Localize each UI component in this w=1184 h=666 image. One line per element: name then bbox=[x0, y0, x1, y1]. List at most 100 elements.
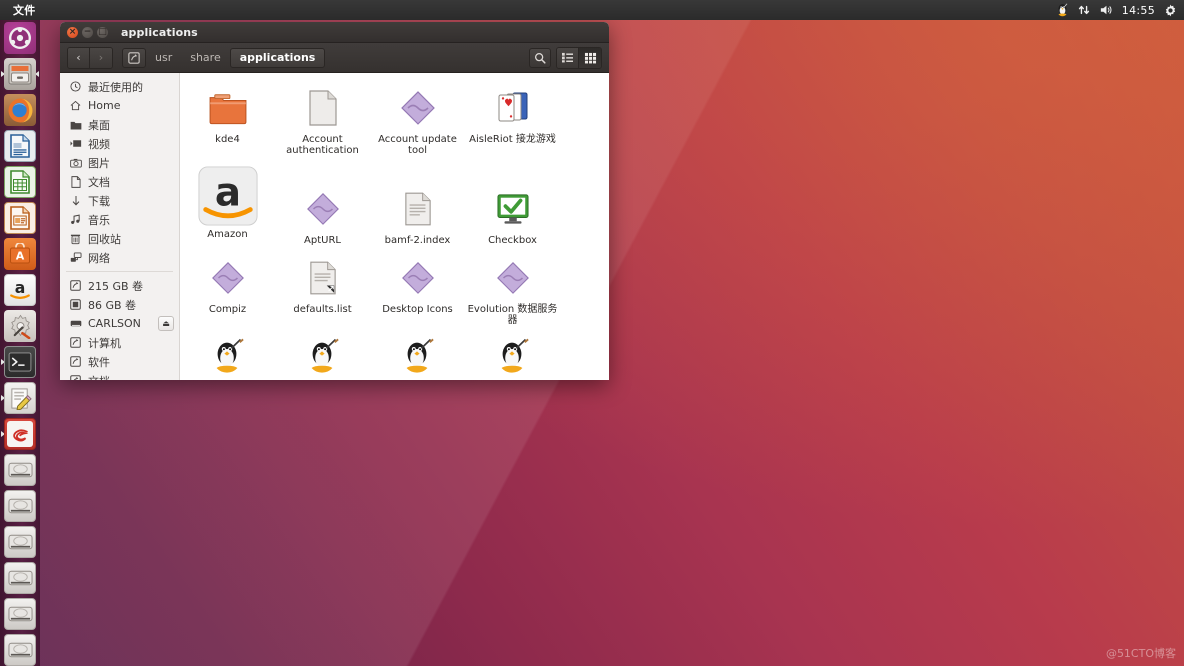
playing-cards-icon: ♦ ♦ bbox=[490, 85, 536, 131]
breadcrumb-device-button[interactable] bbox=[122, 47, 146, 68]
launcher-item-drive-6[interactable] bbox=[0, 632, 40, 666]
sidebar-label: 音乐 bbox=[88, 213, 110, 227]
nav-button-group: ‹ › bbox=[67, 46, 113, 69]
window-minimize-button[interactable]: − bbox=[82, 26, 93, 38]
text-document-icon bbox=[395, 186, 441, 232]
maximize-icon: □ bbox=[98, 26, 107, 37]
launcher-item-evernote[interactable] bbox=[0, 416, 40, 452]
panel-app-menu[interactable]: 文件 bbox=[7, 2, 41, 18]
breadcrumb: usr share applications bbox=[122, 47, 326, 68]
file-item-desktop-icons[interactable]: Desktop Icons bbox=[370, 251, 465, 326]
checkbox-monitor-icon bbox=[490, 186, 536, 232]
view-list-button[interactable] bbox=[557, 47, 579, 68]
network-icon bbox=[69, 252, 82, 263]
back-button[interactable]: ‹ bbox=[68, 47, 90, 68]
window-maximize-button[interactable]: □ bbox=[97, 26, 108, 38]
sidebar-item-desktop[interactable]: 桌面 bbox=[60, 115, 179, 134]
file-item-checkbox[interactable]: Checkbox bbox=[465, 160, 560, 246]
file-item-evolution-data-server[interactable]: Evolution 数据服务器 bbox=[465, 251, 560, 326]
file-icon-grid: kde4 Account authentication Account upda… bbox=[180, 73, 609, 380]
launcher-item-libreoffice-writer[interactable] bbox=[0, 128, 40, 164]
file-item-fcitx-config-tool[interactable]: Fcitx Config Tool bbox=[275, 329, 370, 380]
sidebar-item-videos[interactable]: 视频 bbox=[60, 134, 179, 153]
desktop-folder-icon bbox=[69, 120, 82, 130]
launcher-item-ubuntu-dash[interactable] bbox=[0, 20, 40, 56]
sidebar-item-downloads[interactable]: 下载 bbox=[60, 191, 179, 210]
session-gear-icon[interactable] bbox=[1164, 0, 1177, 20]
breadcrumb-share[interactable]: share bbox=[181, 48, 230, 68]
eject-button[interactable]: ⏏ bbox=[158, 316, 174, 331]
launcher-item-drive-5[interactable] bbox=[0, 596, 40, 632]
search-button[interactable] bbox=[529, 47, 551, 68]
sidebar-label: Home bbox=[88, 99, 121, 112]
file-label: Desktop Icons bbox=[382, 304, 453, 315]
music-note-icon bbox=[69, 214, 82, 225]
file-row: kde4 Account authentication Account upda… bbox=[180, 81, 609, 156]
sidebar-item-documents[interactable]: 文档 bbox=[60, 172, 179, 191]
launcher-item-terminal[interactable] bbox=[0, 344, 40, 380]
launcher-item-system-settings[interactable] bbox=[0, 308, 40, 344]
launcher-item-drive-2[interactable] bbox=[0, 488, 40, 524]
sidebar-label: 桌面 bbox=[88, 118, 110, 132]
launcher-item-firefox[interactable] bbox=[0, 92, 40, 128]
sidebar-device-215gb[interactable]: 215 GB 卷 bbox=[60, 276, 179, 295]
breadcrumb-usr[interactable]: usr bbox=[146, 48, 181, 68]
panel-clock[interactable]: 14:55 bbox=[1122, 0, 1155, 20]
corner-watermark: @51CTO博客 bbox=[1105, 647, 1176, 660]
launcher-item-files[interactable] bbox=[0, 56, 40, 92]
file-item-account-authentication[interactable]: Account authentication bbox=[275, 81, 370, 156]
window-close-button[interactable]: × bbox=[67, 26, 78, 38]
file-item-aisleriot[interactable]: ♦ ♦ AisleRiot 接龙游戏 bbox=[465, 81, 560, 156]
sidebar-device-86gb[interactable]: 86 GB 卷 bbox=[60, 295, 179, 314]
window-titlebar[interactable]: × − □ applications bbox=[60, 22, 609, 43]
file-item-apturl[interactable]: AptURL bbox=[275, 160, 370, 246]
file-item-amazon[interactable]: a Amazon bbox=[180, 160, 275, 246]
file-label: AisleRiot 接龙游戏 bbox=[469, 134, 556, 145]
forward-button[interactable]: › bbox=[90, 47, 112, 68]
sidebar-label: 回收站 bbox=[88, 232, 121, 246]
launcher-item-drive-3[interactable] bbox=[0, 524, 40, 560]
search-icon bbox=[534, 52, 546, 64]
purple-diamond-icon bbox=[205, 255, 251, 301]
sidebar-label: 图片 bbox=[88, 156, 110, 170]
volume-icon[interactable] bbox=[1099, 0, 1113, 20]
file-item-account-update-tool[interactable]: Account update tool bbox=[370, 81, 465, 156]
sidebar-device-documents[interactable]: 文档 bbox=[60, 371, 179, 380]
launcher-item-drive-4[interactable] bbox=[0, 560, 40, 596]
file-item-fcitx-config-cn[interactable]: Fcitx 配置 bbox=[465, 329, 560, 380]
launcher-item-amazon[interactable]: a bbox=[0, 272, 40, 308]
document-icon bbox=[69, 175, 82, 188]
blank-document-icon bbox=[300, 85, 346, 131]
launcher-item-drive-1[interactable] bbox=[0, 452, 40, 488]
sidebar-item-pictures[interactable]: 图片 bbox=[60, 153, 179, 172]
file-item-bamf-index[interactable]: bamf-2.index bbox=[370, 160, 465, 246]
launcher-item-software-center[interactable]: A bbox=[0, 236, 40, 272]
launcher-item-text-editor[interactable] bbox=[0, 380, 40, 416]
sidebar-label: 下载 bbox=[88, 194, 110, 208]
file-label: AptURL bbox=[304, 235, 341, 246]
file-row: a Amazon AptURL bamf-2.index Checkbox bbox=[180, 160, 609, 246]
view-grid-button[interactable] bbox=[579, 47, 601, 68]
svg-text:a: a bbox=[15, 278, 26, 297]
sidebar-item-network[interactable]: 网络 bbox=[60, 248, 179, 267]
sidebar-item-recent[interactable]: 最近使用的 bbox=[60, 77, 179, 96]
sidebar-item-music[interactable]: 音乐 bbox=[60, 210, 179, 229]
sidebar-item-home[interactable]: Home bbox=[60, 96, 179, 115]
file-item-kde4[interactable]: kde4 bbox=[180, 81, 275, 156]
sidebar-device-carlson[interactable]: CARLSON ⏏ bbox=[60, 314, 179, 333]
minimize-icon: − bbox=[83, 26, 92, 37]
file-item-fcitx[interactable]: Fcitx bbox=[180, 329, 275, 380]
file-item-compiz[interactable]: Compiz bbox=[180, 251, 275, 326]
grid-view-icon bbox=[584, 52, 596, 63]
breadcrumb-applications[interactable]: applications bbox=[229, 47, 326, 68]
sidebar-device-software[interactable]: 软件 bbox=[60, 352, 179, 371]
file-item-fcitx-qimpanel-configtool[interactable]: fcitx-qimpanel-configtool bbox=[370, 329, 465, 380]
sidebar-device-computer[interactable]: 计算机 bbox=[60, 333, 179, 352]
file-item-defaults-list[interactable]: defaults.list bbox=[275, 251, 370, 326]
purple-diamond-icon bbox=[300, 186, 346, 232]
sidebar-item-trash[interactable]: 回收站 bbox=[60, 229, 179, 248]
launcher-item-libreoffice-calc[interactable] bbox=[0, 164, 40, 200]
network-icon[interactable] bbox=[1078, 0, 1090, 20]
fcitx-penguin-icon[interactable] bbox=[1056, 0, 1069, 20]
launcher-item-libreoffice-impress[interactable] bbox=[0, 200, 40, 236]
